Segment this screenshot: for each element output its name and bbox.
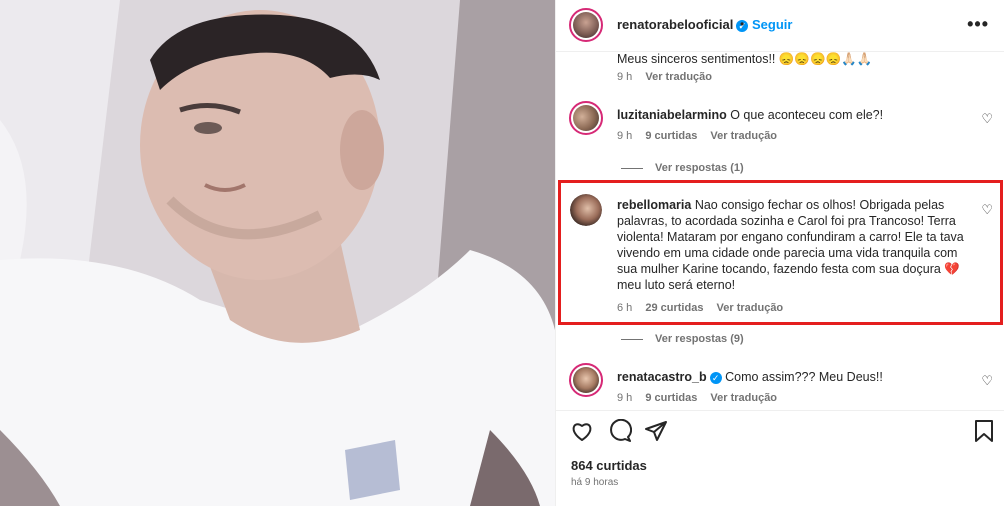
post-panel: renatorabelooficial ✓ • Seguir ••• Meus s… [555,0,1004,506]
comment-line: Nao consigo fechar os olhos! Obrigada pe… [694,198,945,212]
author-username-label[interactable]: renatorabelooficial [617,17,733,32]
share-icon[interactable] [644,419,668,446]
comment-line: palavras, to acordada sozinha e Carol fo… [617,214,956,228]
translate-link[interactable]: Ver tradução [717,302,784,314]
comment-meta: 6 h 29 curtidas Ver tradução [617,302,793,314]
comment-body: O que aconteceu com ele?! [730,108,884,122]
comment-text: luzitaniabelarmino O que aconteceu com e… [617,107,883,123]
post-photo-illustration [0,0,555,506]
comments-list: Meus sinceros sentimentos!! 😞😞😞😞🙏🏻🙏🏻 9 h… [556,52,1004,410]
comment-line: violenta! Mataram por engano confundiram… [617,230,964,244]
comment-text: rebellomaria Nao consigo fechar os olhos… [617,197,992,293]
comment-likes[interactable]: 9 curtidas [645,130,697,142]
comment-username[interactable]: rebellomaria [617,198,691,212]
post-time: há 9 horas [571,477,619,488]
comment-line: meu luto será eterno! [617,278,736,292]
comment-text: Meus sinceros sentimentos!! 😞😞😞😞🙏🏻🙏🏻 [617,52,873,66]
comment-meta: 9 h Ver tradução [617,71,722,83]
more-icon[interactable]: ••• [967,14,989,35]
translate-link[interactable]: Ver tradução [710,392,777,404]
comment-time: 9 h [617,71,633,83]
heart-icon[interactable]: ♡ [981,111,993,127]
comment-username[interactable]: luzitaniabelarmino [617,108,727,122]
bookmark-icon[interactable] [973,419,995,446]
like-heart-icon[interactable] [570,419,594,446]
author-username[interactable]: renatorabelooficial ✓ [617,17,749,32]
post-photo [0,0,555,506]
view-replies-link[interactable]: Ver respostas (9) [621,333,744,345]
comment-text: renatacastro_b ✓ Como assim??? Meu Deus!! [617,369,883,385]
comment-likes[interactable]: 29 curtidas [645,302,703,314]
comment-body: Como assim??? Meu Deus!! [725,370,883,384]
heart-icon[interactable]: ♡ [981,202,993,218]
comment-avatar[interactable] [570,194,602,226]
post-header: renatorabelooficial ✓ • Seguir ••• [556,0,1004,52]
separator-dot: • [740,17,745,31]
view-replies-link[interactable]: Ver respostas (1) [621,162,744,174]
translate-link[interactable]: Ver tradução [645,71,712,83]
comment-avatar[interactable] [569,101,603,135]
comment-line: vivendo em uma cidade onde parecia uma v… [617,246,958,260]
comment-line: sua mulher Karine tocando, fazendo festa… [617,262,960,276]
comment-time: 6 h [617,302,633,314]
heart-icon[interactable]: ♡ [981,373,993,389]
comment-avatar[interactable] [569,363,603,397]
follow-button[interactable]: Seguir [752,17,792,32]
verified-icon: ✓ [709,371,722,384]
comment-username[interactable]: renatacastro_b [617,370,707,384]
comment-time: 9 h [617,130,633,142]
like-count[interactable]: 864 curtidas [571,458,647,473]
comment-meta: 9 h 9 curtidas Ver tradução [617,392,787,404]
comment-meta: 9 h 9 curtidas Ver tradução [617,130,787,142]
comment-time: 9 h [617,392,633,404]
translate-link[interactable]: Ver tradução [710,130,777,142]
comment-icon[interactable] [608,418,633,446]
comment-likes[interactable]: 9 curtidas [645,392,697,404]
author-avatar[interactable] [569,8,603,42]
post-actions: 864 curtidas há 9 horas [556,410,1004,506]
